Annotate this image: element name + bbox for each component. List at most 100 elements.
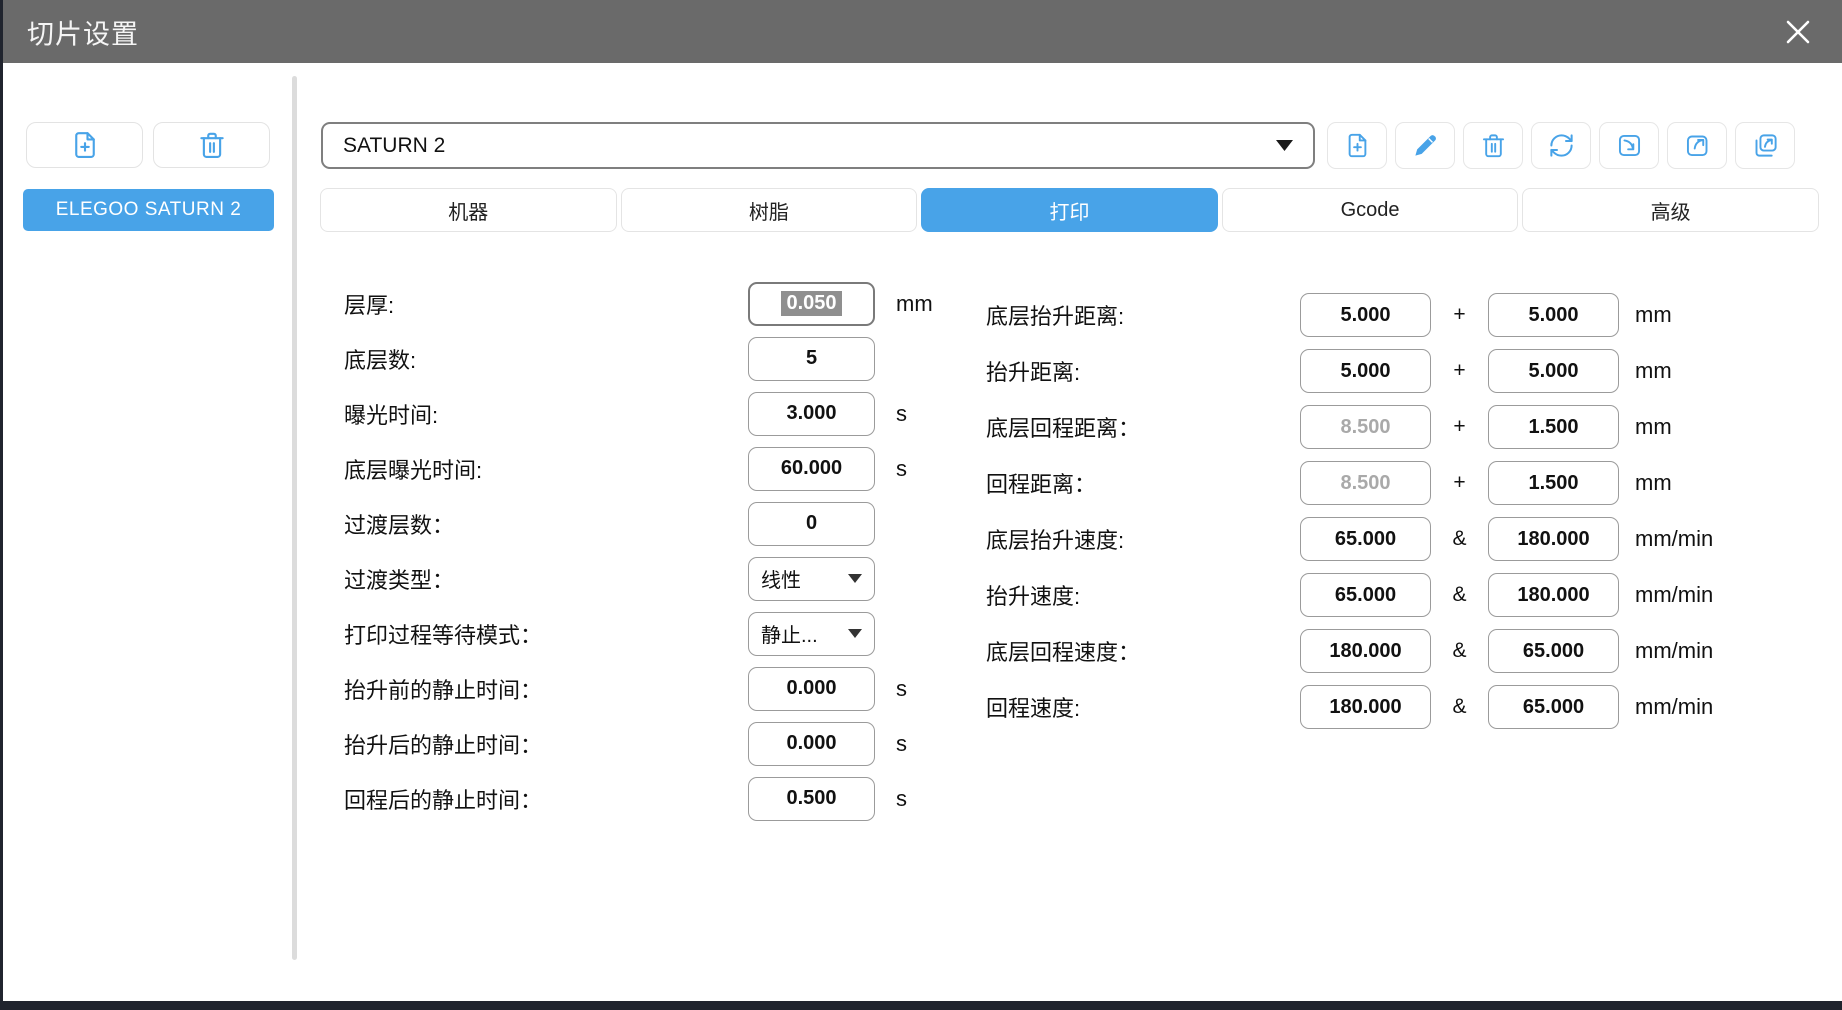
bottom-lift-speed-input-2[interactable]: 180.000 [1488, 517, 1619, 561]
close-button[interactable] [1780, 14, 1816, 50]
tab-print[interactable]: 打印 [921, 188, 1218, 232]
dialog-titlebar: 切片设置 [3, 0, 1842, 63]
form-row: 底层回程速度： 180.000 & 65.000 mm/min [986, 623, 1713, 679]
field-label: 回程速度: [986, 696, 1081, 721]
machine-select-dropdown[interactable]: SATURN 2 [321, 122, 1315, 169]
operator-label: & [1452, 639, 1467, 662]
selected-text: 0.050 [781, 291, 842, 316]
retract-speed-input-2[interactable]: 65.000 [1488, 685, 1619, 729]
field-label: 抬升速度: [986, 584, 1081, 609]
form-row: 抬升速度: 65.000 & 180.000 mm/min [986, 567, 1713, 623]
retract-distance-input-2[interactable]: 1.500 [1488, 461, 1619, 505]
machine-select-value: SATURN 2 [343, 133, 446, 157]
bottom-retract-speed-input-1[interactable]: 180.000 [1300, 629, 1431, 673]
lift-distance-input-2[interactable]: 5.000 [1488, 349, 1619, 393]
unit-label: mm/min [1635, 694, 1714, 719]
rest-before-lift-input[interactable]: 0.000 [748, 666, 875, 711]
pencil-icon [1412, 132, 1439, 159]
unit-label: s [896, 730, 907, 756]
unit-label: mm/min [1635, 638, 1714, 663]
delete-profile-toolbar-button[interactable] [1463, 122, 1523, 169]
bottom-layers-input[interactable]: 5 [748, 336, 875, 381]
unit-label: mm [1635, 470, 1672, 495]
add-profile-button[interactable] [1327, 122, 1387, 169]
export-icon [1684, 132, 1711, 159]
file-plus-icon [70, 130, 100, 160]
trash-icon [1480, 132, 1507, 159]
bottom-lift-distance-input-2[interactable]: 5.000 [1488, 293, 1619, 337]
retract-distance-input-1[interactable]: 8.500 [1300, 461, 1431, 505]
form-row: 抬升距离: 5.000 + 5.000 mm [986, 343, 1713, 399]
reset-profile-button[interactable] [1531, 122, 1591, 169]
export-all-profiles-button[interactable] [1735, 122, 1795, 169]
new-profile-button[interactable] [26, 122, 143, 168]
chevron-down-icon [848, 574, 862, 583]
field-label: 回程后的静止时间： [344, 787, 543, 813]
bottom-retract-speed-input-2[interactable]: 65.000 [1488, 629, 1619, 673]
chevron-down-icon [848, 629, 862, 638]
export-all-icon [1752, 132, 1779, 159]
file-plus-icon [1344, 132, 1371, 159]
unit-label: mm [896, 290, 933, 316]
print-wait-mode-select[interactable]: 静止... [748, 611, 875, 656]
operator-label: + [1453, 303, 1466, 326]
form-row: 过渡层数： 0 [344, 496, 933, 551]
tab-label: 打印 [1049, 201, 1090, 224]
tab-advanced[interactable]: 高级 [1522, 188, 1819, 232]
import-profile-button[interactable] [1599, 122, 1659, 169]
select-value: 线性 [761, 570, 801, 592]
field-label: 底层曝光时间: [344, 457, 483, 483]
slice-settings-dialog: 切片设置 ELEGOO SATURN 2 SATURN 2 机器 树脂 打印 G… [3, 0, 1842, 1001]
tab-machine[interactable]: 机器 [320, 188, 617, 232]
exposure-time-input[interactable]: 3.000 [748, 391, 875, 436]
lift-speed-input-2[interactable]: 180.000 [1488, 573, 1619, 617]
transition-type-select[interactable]: 线性 [748, 556, 875, 601]
field-label: 底层数: [344, 347, 417, 373]
field-label: 底层回程距离： [986, 416, 1141, 441]
sidebar-divider [292, 76, 297, 960]
transition-layers-input[interactable]: 0 [748, 501, 875, 546]
operator-label: + [1453, 471, 1466, 494]
operator-label: & [1452, 583, 1467, 606]
rest-after-retract-input[interactable]: 0.500 [748, 776, 875, 821]
dialog-title: 切片设置 [27, 19, 139, 49]
bottom-lift-distance-input-1[interactable]: 5.000 [1300, 293, 1431, 337]
unit-label: mm [1635, 358, 1672, 383]
lift-distance-input-1[interactable]: 5.000 [1300, 349, 1431, 393]
tab-resin[interactable]: 树脂 [620, 188, 918, 232]
rest-after-lift-input[interactable]: 0.000 [748, 721, 875, 766]
rename-profile-button[interactable] [1395, 122, 1455, 169]
bottom-retract-distance-input-1[interactable]: 8.500 [1300, 405, 1431, 449]
field-label: 打印过程等待模式： [344, 622, 543, 648]
bottom-retract-distance-input-2[interactable]: 1.500 [1488, 405, 1619, 449]
field-label: 过渡层数： [344, 512, 455, 538]
form-row: 底层曝光时间: 60.000 s [344, 441, 933, 496]
unit-label: mm [1635, 414, 1672, 439]
field-label: 过渡类型： [344, 567, 455, 593]
close-icon [1782, 16, 1814, 48]
field-label: 抬升前的静止时间： [344, 677, 543, 703]
export-profile-button[interactable] [1667, 122, 1727, 169]
screen: 切片设置 ELEGOO SATURN 2 SATURN 2 机器 树脂 打印 G… [0, 0, 1842, 1010]
delete-profile-button[interactable] [153, 122, 270, 168]
tab-gcode[interactable]: Gcode [1221, 188, 1519, 232]
form-row: 底层数: 5 [344, 331, 933, 386]
sidebar-item-profile[interactable]: ELEGOO SATURN 2 [23, 189, 274, 231]
field-label: 底层回程速度： [986, 640, 1141, 665]
unit-label: mm/min [1635, 526, 1714, 551]
trash-icon [197, 130, 227, 160]
form-row: 层厚: 0.050 mm [344, 276, 933, 331]
chevron-down-icon [1276, 140, 1293, 151]
bottom-lift-speed-input-1[interactable]: 65.000 [1300, 517, 1431, 561]
retract-speed-input-1[interactable]: 180.000 [1300, 685, 1431, 729]
import-icon [1616, 132, 1643, 159]
field-label: 曝光时间: [344, 402, 439, 428]
layer-height-input[interactable]: 0.050 [748, 281, 875, 326]
field-label: 底层抬升速度: [986, 528, 1125, 553]
unit-label: mm [1635, 302, 1672, 327]
operator-label: + [1453, 415, 1466, 438]
form-row: 抬升前的静止时间： 0.000 s [344, 661, 933, 716]
form-column-left: 层厚: 0.050 mm 底层数: 5 曝光时间: 3.000 s 底层曝光时间… [344, 276, 933, 826]
bottom-exposure-time-input[interactable]: 60.000 [748, 446, 875, 491]
lift-speed-input-1[interactable]: 65.000 [1300, 573, 1431, 617]
